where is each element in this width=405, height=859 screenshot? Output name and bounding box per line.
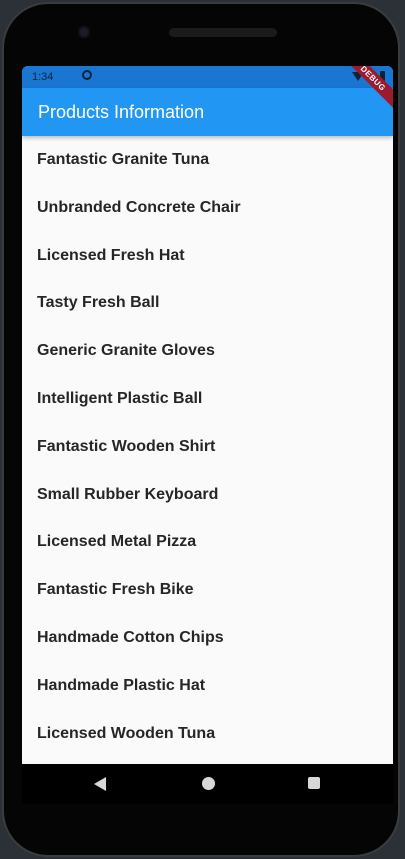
- app-bar: Products Information: [22, 88, 393, 136]
- home-icon[interactable]: [202, 777, 215, 790]
- list-item[interactable]: Tasty Fresh Ball: [22, 280, 393, 328]
- phone-frame: 1:34 DEBUG Products Information Fantasti…: [2, 2, 400, 857]
- product-name: Handmade Plastic Hat: [37, 676, 206, 694]
- speaker-grille: [169, 28, 277, 37]
- list-item[interactable]: Licensed Metal Pizza: [22, 519, 393, 567]
- list-item[interactable]: Small Rubber Keyboard: [22, 471, 393, 519]
- list-item[interactable]: Licensed Fresh Hat: [22, 232, 393, 280]
- list-item[interactable]: Handmade Plastic Hat: [22, 662, 393, 710]
- product-name: Licensed Metal Pizza: [37, 533, 197, 551]
- sync-icon: [82, 70, 92, 80]
- screen: 1:34 DEBUG Products Information Fantasti…: [22, 66, 393, 804]
- list-item[interactable]: Licensed Wooden Tuna: [22, 710, 393, 758]
- list-item[interactable]: Fantastic Fresh Bike: [22, 566, 393, 614]
- product-name: Unbranded Concrete Chair: [37, 198, 241, 216]
- product-name: Handmade Cotton Chips: [37, 629, 224, 647]
- product-name: Intelligent Plastic Ball: [37, 390, 203, 408]
- product-name: Fantastic Fresh Bike: [37, 581, 194, 599]
- recents-icon[interactable]: [308, 777, 320, 789]
- page-title: Products Information: [38, 102, 205, 122]
- list-item[interactable]: Intelligent Plastic Ball: [22, 375, 393, 423]
- product-name: Fantastic Granite Tuna: [37, 151, 210, 168]
- list-item[interactable]: Fantastic Granite Tuna: [22, 136, 393, 184]
- camera-icon: [78, 26, 90, 38]
- product-name: Fantastic Wooden Shirt: [37, 437, 216, 455]
- status-bar: 1:34: [22, 66, 393, 88]
- back-icon[interactable]: [94, 777, 106, 791]
- product-name: Tasty Fresh Ball: [37, 294, 160, 312]
- list-item[interactable]: Unbranded Concrete Chair: [22, 184, 393, 232]
- product-name: Licensed Wooden Tuna: [37, 724, 216, 742]
- list-item[interactable]: Fantastic Wooden Shirt: [22, 423, 393, 471]
- list-item[interactable]: Generic Granite Gloves: [22, 327, 393, 375]
- list-item[interactable]: Handmade Cotton Chips: [22, 614, 393, 662]
- status-time: 1:34: [32, 71, 54, 83]
- navigation-bar: [22, 764, 393, 804]
- product-name: Generic Granite Gloves: [37, 342, 215, 360]
- product-name: Licensed Fresh Hat: [37, 246, 185, 264]
- product-name: Small Rubber Keyboard: [37, 485, 219, 503]
- product-list: Fantastic Granite Tuna Unbranded Concret…: [22, 136, 393, 766]
